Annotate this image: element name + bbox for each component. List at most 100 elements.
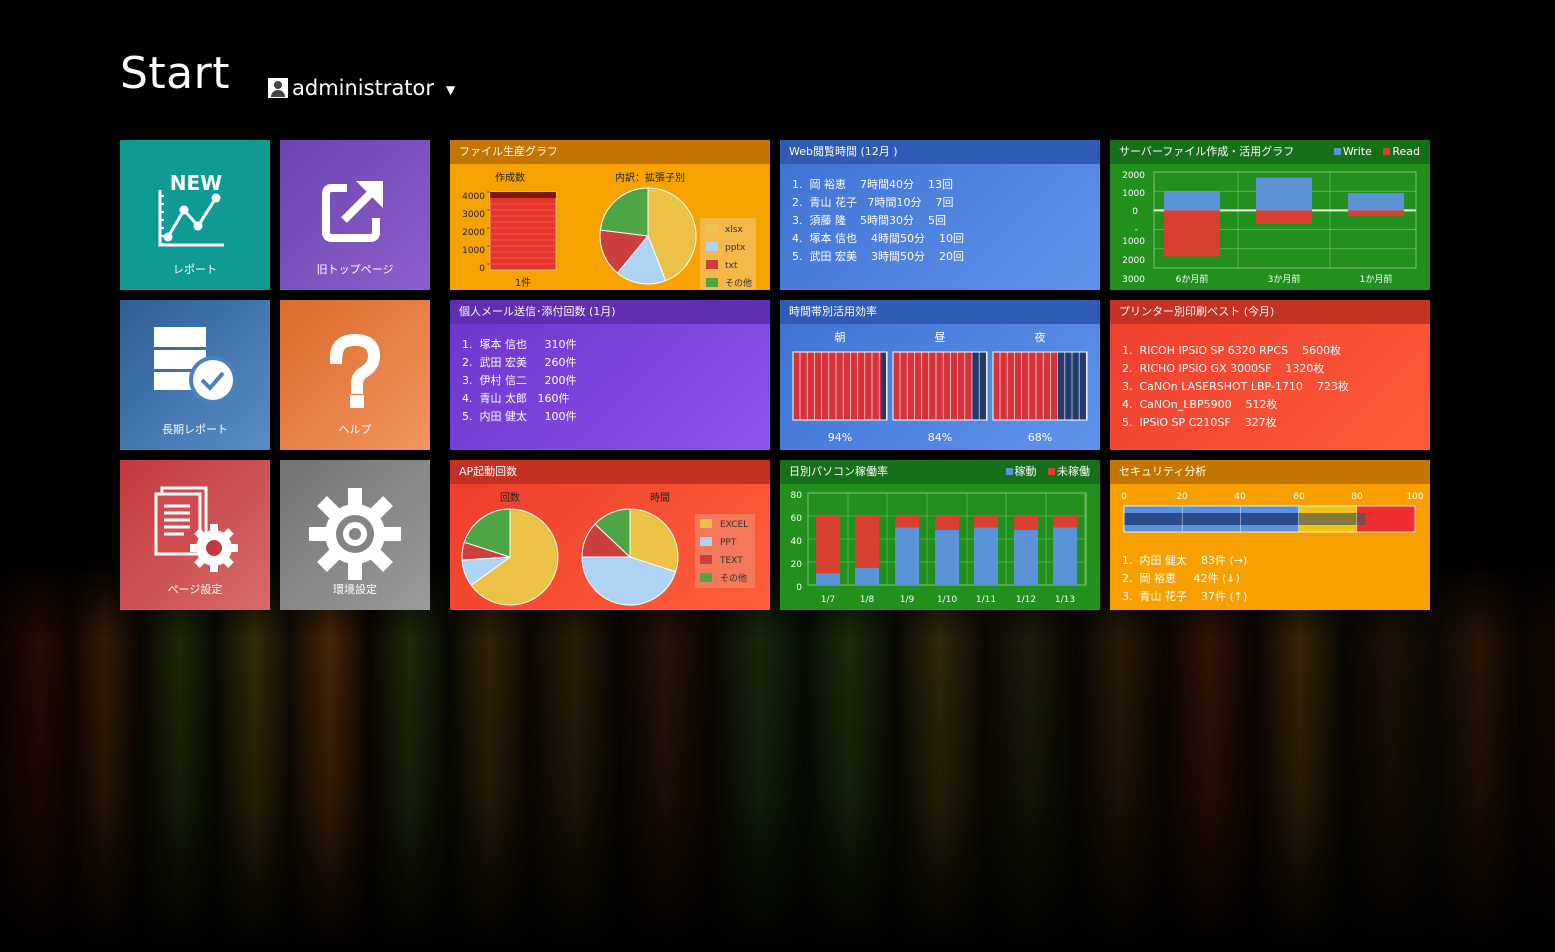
- help-tile[interactable]: ヘルプ: [280, 300, 430, 450]
- list-item: 3. CaNOn LASERSHOT LBP-1710 723枚: [1122, 380, 1349, 393]
- scale-tick: 0: [1121, 492, 1127, 502]
- daily-bar-未稼働: [974, 516, 998, 528]
- list-item: 4. 青山 太郎 160件: [462, 392, 570, 405]
- time-efficiency-tile[interactable]: 時間帯別活用効率 朝 昼 夜 94% 84% 68%: [780, 300, 1100, 450]
- time-pie-title: 時間: [650, 492, 670, 504]
- question-mark-icon: [329, 333, 381, 408]
- slot-percent: 84%: [928, 431, 952, 444]
- y-tick: 40: [791, 537, 803, 547]
- y-tick: 2000: [1122, 256, 1145, 266]
- personal-mail-header: 個人メール送信･添付回数 (1月): [450, 300, 770, 324]
- user-avatar-icon: [268, 78, 288, 98]
- scale-tick: 80: [1351, 492, 1363, 502]
- document-gear-icon: [154, 486, 238, 572]
- count-axis-tick: 2000: [462, 228, 485, 238]
- legend-ppt: PPT: [720, 538, 737, 548]
- personal-mail-tile[interactable]: 個人メール送信･添付回数 (1月) 1. 塚本 信也 310件 2. 武田 宏美…: [450, 300, 770, 450]
- ap-launch-tile[interactable]: AP起動回数 回数 時間 EXCEL PPT TEXT その他: [450, 460, 770, 610]
- count-axis-tick: 4000: [462, 192, 485, 202]
- x-tick: 1/13: [1055, 595, 1075, 605]
- daily-bar-稼動: [1014, 529, 1038, 585]
- legend-inactive: 未稼働: [1057, 465, 1090, 478]
- printer-header: プリンター別印刷ベスト (今月): [1110, 300, 1430, 324]
- launch-count-pie: [461, 508, 559, 606]
- list-item: 5. 武田 宏美 3時間50分 20回: [792, 250, 964, 263]
- scale-tick: 100: [1406, 492, 1423, 502]
- external-link-icon: [322, 181, 383, 242]
- new-report-chart-icon: NEW: [158, 171, 224, 247]
- list-item: 3. 須藤 隆 5時間30分 5回: [792, 214, 946, 227]
- printer-tile[interactable]: プリンター別印刷ベスト (今月) 1. RICOH IPSiO SP 6320 …: [1110, 300, 1430, 450]
- pie-slice-その他: [599, 187, 649, 237]
- server-clock-icon: [154, 327, 237, 404]
- daily-pc-header: 日別パソコン稼働率 稼動 未稼働: [780, 460, 1100, 484]
- security-tile[interactable]: セキュリティ分析 0 20 40 60 80 100 1. 内田 健太 83件 …: [1110, 460, 1430, 610]
- slot-percent: 68%: [1028, 431, 1052, 444]
- list-item: 2. RICHO IPSiO GX 3000SF 1320枚: [1122, 362, 1325, 375]
- legend-write: Write: [1342, 145, 1372, 158]
- list-item: 5. 内田 健太 100件: [462, 410, 577, 423]
- report-tile[interactable]: NEW レポート: [120, 140, 270, 290]
- daily-bar-稼動: [895, 527, 919, 585]
- long-term-report-tile[interactable]: 長期レポート: [120, 300, 270, 450]
- legend-other: その他: [720, 572, 747, 584]
- server-file-tile[interactable]: サーバーファイル作成・活用グラフ Write Read 2000 1000 0 …: [1110, 140, 1430, 290]
- count-pie-title: 回数: [500, 491, 520, 504]
- web-browsing-tile[interactable]: Web閲覧時間 (12月 ) 1. 岡 裕恵 7時間40分 13回 2. 青山 …: [780, 140, 1100, 290]
- legend-read: Read: [1392, 145, 1420, 158]
- scale-tick: 40: [1234, 492, 1246, 502]
- security-title: セキュリティ分析: [1119, 465, 1207, 478]
- x-tick: 1か月前: [1360, 273, 1393, 285]
- old-top-page-tile[interactable]: 旧トップページ: [280, 140, 430, 290]
- user-name: administrator: [292, 76, 435, 100]
- file-production-header: ファイル生産グラフ: [450, 140, 770, 164]
- list-item: 1. 岡 裕恵 7時間40分 13回: [792, 178, 953, 191]
- daily-bar-稼動: [816, 573, 840, 585]
- read-bar: [1256, 210, 1312, 224]
- legend-excel: EXCEL: [720, 520, 748, 530]
- write-bar: [1164, 191, 1220, 211]
- y-tick: 1000: [1122, 237, 1145, 247]
- ap-launch-title: AP起動回数: [459, 465, 518, 478]
- list-item: 3. 伊村 信二 200件: [462, 374, 577, 387]
- x-tick: 1/11: [976, 595, 996, 605]
- daily-bar-稼動: [974, 527, 998, 585]
- x-tick: 1/8: [860, 595, 875, 605]
- web-browsing-list: 1. 岡 裕恵 7時間40分 13回 2. 青山 花子 7時間10分 7回 3.…: [780, 164, 1100, 266]
- y-tick: -: [1135, 225, 1138, 235]
- page-settings-tile[interactable]: ページ設定: [120, 460, 270, 610]
- user-menu[interactable]: administrator ▼: [268, 76, 455, 100]
- printer-title: プリンター別印刷ベスト (今月): [1119, 305, 1275, 318]
- launch-time-pie: [581, 508, 679, 606]
- file-production-tile[interactable]: ファイル生産グラフ 作成数 4000 3000 2000 1000 0 1件 内…: [450, 140, 770, 290]
- x-tick: 1/9: [900, 595, 915, 605]
- efficiency-bar: [793, 352, 882, 420]
- file-production-title: ファイル生産グラフ: [459, 145, 558, 158]
- environment-settings-tile[interactable]: 環境設定: [280, 460, 430, 610]
- time-efficiency-chart: 朝 昼 夜 94% 84% 68%: [792, 330, 1088, 444]
- slot-label: 夜: [1035, 330, 1046, 344]
- time-efficiency-title: 時間帯別活用効率: [789, 305, 877, 318]
- write-bar: [1256, 177, 1312, 211]
- efficiency-bar: [893, 352, 972, 420]
- daily-bar-稼動: [1053, 527, 1077, 585]
- daily-bar-未稼働: [816, 516, 840, 574]
- svg-text:NEW: NEW: [170, 171, 222, 195]
- x-tick: 1/7: [821, 595, 835, 605]
- daily-pc-tile[interactable]: 日別パソコン稼働率 稼動 未稼働 80 60 40 20 0 1/7 1/8 1…: [780, 460, 1100, 610]
- x-tick: 3か月前: [1268, 273, 1301, 285]
- count-axis-tick: 0: [479, 264, 485, 274]
- server-file-chart: 2000 1000 0 - 1000 2000 3000 6か月前 3か月前 1…: [1122, 171, 1417, 285]
- list-item: 1. RICOH IPSiO SP 6320 RPCS 5600枚: [1122, 344, 1342, 357]
- y-tick: 1000: [1122, 189, 1145, 199]
- list-item: 5. IPSiO SP C210SF 327枚: [1122, 416, 1277, 429]
- file-production-chart: 作成数 4000 3000 2000 1000 0 1件 内訳：拡張子別 xls…: [462, 171, 756, 290]
- list-item: 2. 岡 裕恵 42件 (↓): [1122, 572, 1240, 585]
- security-target-bar: [1298, 513, 1366, 525]
- daily-bar-未稼働: [1053, 516, 1077, 528]
- list-item: 1. 塚本 信也 310件: [462, 338, 577, 351]
- extension-pie: [599, 187, 697, 285]
- legend-active: 稼動: [1014, 465, 1037, 478]
- time-efficiency-header: 時間帯別活用効率: [780, 300, 1100, 324]
- daily-bar-未稼働: [895, 516, 919, 528]
